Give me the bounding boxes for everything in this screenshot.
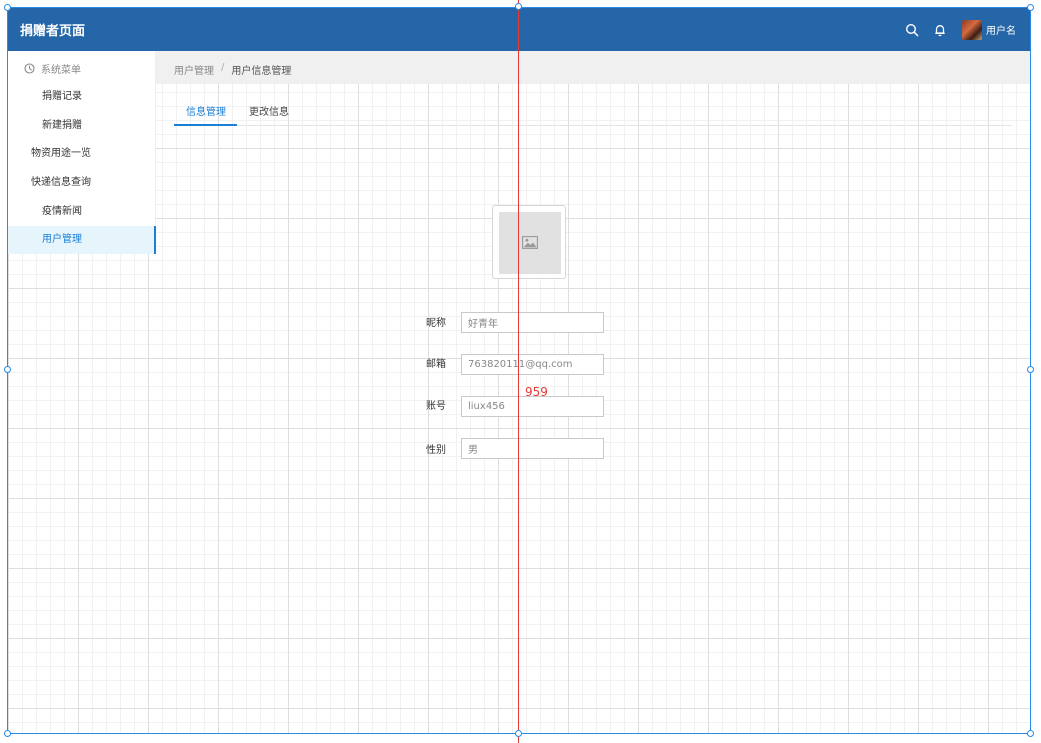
resize-handle-bottom-right[interactable] — [1027, 730, 1034, 737]
image-placeholder — [499, 212, 561, 274]
sidebar-menu-title-label: 系统菜单 — [41, 65, 81, 76]
tab-info-management[interactable]: 信息管理 — [186, 103, 226, 118]
resize-handle-left[interactable] — [4, 366, 11, 373]
profile-photo[interactable] — [492, 205, 566, 279]
app-title: 捐赠者页面 — [20, 24, 86, 39]
top-actions: 用户名 — [892, 8, 1016, 51]
artboard-frame: 捐赠者页面 用户名 系统菜单 捐赠记录 新建捐赠 物资用途一览 快递信息查询 疫… — [7, 7, 1031, 734]
sidebar-item-new-donation[interactable]: 新建捐赠 — [42, 112, 142, 140]
account-field[interactable] — [461, 396, 604, 417]
breadcrumb: 用户管理 / 用户信息管理 — [174, 62, 291, 77]
email-label: 邮箱 — [426, 359, 446, 370]
resize-handle-right[interactable] — [1027, 366, 1034, 373]
sidebar-item-express-query[interactable]: 快递信息查询 — [31, 169, 141, 197]
account-label: 账号 — [426, 401, 446, 412]
clock-icon — [24, 63, 35, 74]
sidebar-menu-title[interactable]: 系统菜单 — [24, 61, 81, 76]
resize-handle-top[interactable] — [515, 3, 522, 10]
email-field[interactable] — [461, 354, 604, 375]
vertical-guide-line[interactable] — [518, 0, 519, 743]
search-icon[interactable] — [904, 22, 920, 38]
sidebar-item-supply-usage[interactable]: 物资用途一览 — [31, 140, 141, 168]
breadcrumb-parent[interactable]: 用户管理 — [174, 62, 214, 77]
top-bar: 捐赠者页面 用户名 — [8, 8, 1030, 51]
guide-measurement: 959 — [525, 385, 548, 399]
username[interactable]: 用户名 — [986, 22, 1016, 37]
gender-field[interactable] — [461, 438, 604, 459]
nickname-label: 昵称 — [426, 318, 446, 329]
resize-handle-top-left[interactable] — [4, 4, 11, 11]
resize-handle-top-right[interactable] — [1027, 4, 1034, 11]
resize-handle-bottom-left[interactable] — [4, 730, 11, 737]
breadcrumb-bar: 用户管理 / 用户信息管理 — [156, 51, 1030, 84]
tab-active-indicator — [174, 124, 237, 126]
sidebar: 系统菜单 捐赠记录 新建捐赠 物资用途一览 快递信息查询 疫情新闻 用户管理 — [8, 51, 156, 254]
sidebar-item-epidemic-news[interactable]: 疫情新闻 — [42, 198, 142, 226]
sidebar-item-user-management[interactable]: 用户管理 — [8, 226, 156, 254]
design-canvas: 捐赠者页面 用户名 系统菜单 捐赠记录 新建捐赠 物资用途一览 快递信息查询 疫… — [0, 0, 1041, 743]
nickname-field[interactable] — [461, 312, 604, 333]
tab-bar: 信息管理 更改信息 — [174, 100, 1012, 126]
sidebar-item-donation-records[interactable]: 捐赠记录 — [42, 83, 142, 111]
bell-icon[interactable] — [932, 22, 948, 38]
image-icon — [522, 234, 538, 253]
avatar[interactable] — [962, 19, 982, 40]
resize-handle-bottom[interactable] — [515, 730, 522, 737]
breadcrumb-separator: / — [221, 62, 225, 73]
tab-change-info[interactable]: 更改信息 — [249, 103, 289, 118]
breadcrumb-current: 用户信息管理 — [231, 66, 292, 77]
gender-label: 性别 — [426, 445, 446, 456]
